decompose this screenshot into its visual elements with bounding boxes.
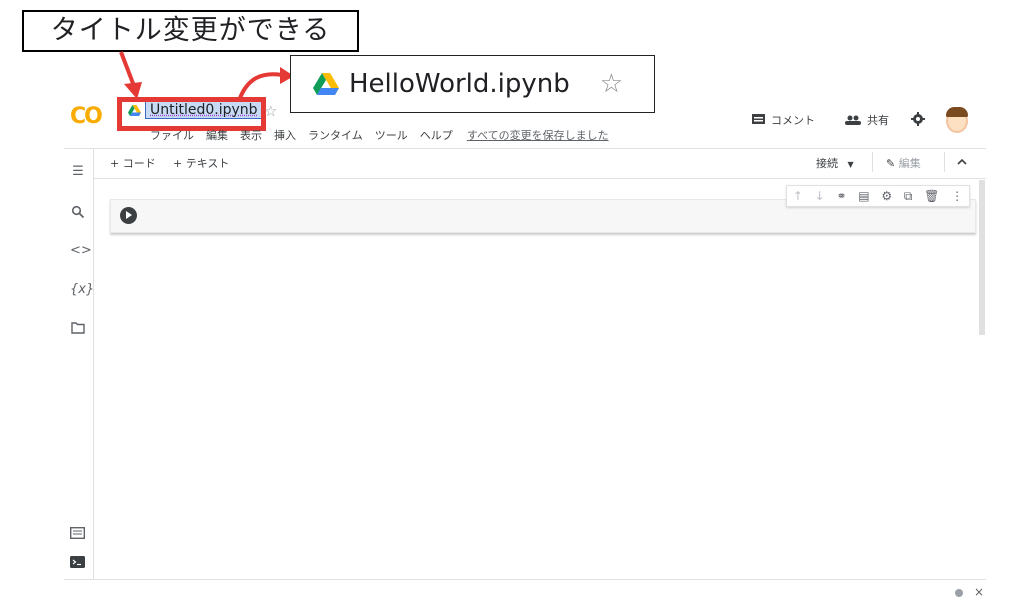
add-code-button[interactable]: + コード [110,155,156,171]
share-button[interactable]: 共有 [845,112,889,128]
star-icon[interactable]: ☆ [264,102,277,120]
toolbar-divider [94,178,986,179]
comment-icon [752,114,765,124]
collapse-chevron-up-icon[interactable] [957,158,967,165]
save-status[interactable]: すべての変更を保存しました [467,127,609,143]
code-snippets-icon[interactable]: <> [70,243,92,258]
delete-trash-icon[interactable]: 🗑 [924,189,939,203]
link-icon[interactable]: ⚭ [836,189,846,203]
search-icon[interactable] [71,205,85,219]
move-down-icon[interactable]: ↓ [815,189,825,203]
people-icon [845,115,861,125]
edit-label: 編集 [898,157,921,170]
move-up-icon[interactable]: ↑ [793,189,803,203]
menu-help[interactable]: ヘルプ [420,127,453,143]
close-icon[interactable]: × [974,585,984,599]
comment-button[interactable]: コメント [752,112,815,128]
callout-title-text: HelloWorld.ipynb [349,69,570,99]
cell-toolbar: ↑ ↓ ⚭ ▤ ⚙ ⧉ 🗑 ⋮ [786,185,970,207]
footer-divider [64,579,986,580]
connect-label: 接続 [816,157,838,170]
run-cell-button[interactable] [120,207,137,224]
table-of-contents-icon[interactable]: ☰ [70,164,86,179]
google-drive-icon [313,73,339,95]
toolbar-separator [872,152,873,172]
renamed-title-callout: HelloWorld.ipynb ☆ [290,55,655,113]
folder-icon[interactable] [71,322,85,334]
comment-icon[interactable]: ▤ [858,189,869,203]
command-palette-icon[interactable] [70,527,85,539]
more-options-icon[interactable]: ⋮ [951,189,963,203]
sidebar-divider [93,148,94,580]
menu-file[interactable]: ファイル [150,127,194,143]
menu-bar: ファイル 編集 表示 挿入 ランタイム ツール ヘルプ すべての変更を保存しまし… [150,127,609,143]
toolbar-separator-2 [944,152,945,172]
share-label: 共有 [867,114,889,127]
comment-label: コメント [771,114,815,127]
colab-logo[interactable]: CO [70,104,110,134]
settings-gear-icon[interactable] [911,112,925,126]
menu-edit[interactable]: 編集 [206,127,228,143]
menu-view[interactable]: 表示 [240,127,262,143]
cell-settings-gear-icon[interactable]: ⚙ [881,189,892,203]
edit-mode-button[interactable]: ✎ 編集 [886,155,921,171]
pencil-icon: ✎ [886,157,896,170]
scrollbar[interactable] [979,180,985,335]
status-dot-icon [955,589,963,597]
title-highlight-box [117,97,266,131]
mirror-cell-icon[interactable]: ⧉ [904,189,913,204]
user-avatar[interactable] [946,107,968,133]
chevron-down-icon: ▼ [847,160,854,169]
header-divider [64,148,986,149]
add-text-button[interactable]: + テキスト [173,155,229,171]
variables-icon[interactable]: {x} [70,282,94,297]
terminal-icon[interactable] [70,556,85,568]
menu-runtime[interactable]: ランタイム [308,127,363,143]
callout-star-icon: ☆ [599,69,624,99]
connect-button[interactable]: 接続 ▼ [816,155,854,171]
menu-tools[interactable]: ツール [375,127,408,143]
menu-insert[interactable]: 挿入 [274,127,296,143]
